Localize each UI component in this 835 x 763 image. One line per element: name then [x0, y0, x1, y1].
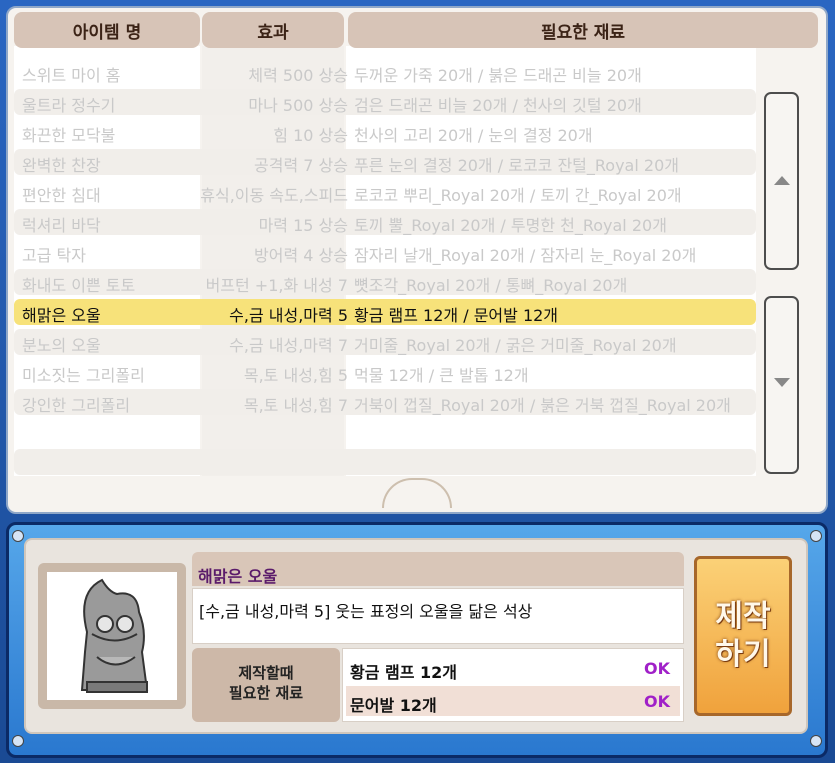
recipe-name: 스위트 마이 홈	[22, 66, 121, 85]
recipe-row[interactable]: 강인한 그리폴리 목,토 내성,힘 7 거북이 껍질_Royal 20개 / 붉은 …	[14, 387, 756, 417]
recipe-materials: 황금 램프 12개 / 문어발 12개	[354, 306, 559, 325]
screw-icon	[810, 735, 822, 747]
column-header-item-name: 아이템 명	[14, 12, 200, 48]
recipe-row[interactable]: 럭셔리 바닥 마력 15 상승 토끼 뿔_Royal 20개 / 투명한 천_Roy…	[14, 207, 756, 237]
arrow-up-icon	[774, 176, 790, 185]
requirement-row: 문어발 12개 OK	[346, 686, 680, 716]
crafting-window: 아이템 명 효과 필요한 재료 스위트 마이 홈 체력 500 상승 두꺼운 가죽 …	[0, 0, 835, 763]
recipe-name: 미소짓는 그리폴리	[22, 366, 145, 385]
recipe-row-selected[interactable]: 해맑은 오울 수,금 내성,마력 5 황금 램프 12개 / 문어발 12개	[14, 297, 756, 327]
recipe-effect: 체력 500 상승	[248, 66, 348, 85]
recipe-materials: 뼛조각_Royal 20개 / 통뼈_Royal 20개	[354, 276, 628, 295]
recipe-effect: 힘 10 상승	[273, 126, 348, 145]
recipe-effect: 마력 15 상승	[258, 216, 348, 235]
recipe-name: 고급 탁자	[22, 246, 86, 265]
recipe-name: 럭셔리 바닥	[22, 216, 101, 235]
recipe-materials: 로코코 뿌리_Royal 20개 / 토끼 간_Royal 20개	[354, 186, 682, 205]
recipe-row[interactable]: 분노의 오울 수,금 내성,마력 7 거미줄_Royal 20개 / 굵은 거미줄_…	[14, 327, 756, 357]
recipe-materials: 천사의 고리 20개 / 눈의 결정 20개	[354, 126, 593, 145]
recipe-row[interactable]: 스위트 마이 홈 체력 500 상승 두꺼운 가죽 20개 / 붉은 드래곤 비늘 …	[14, 57, 756, 87]
column-header-effect: 효과	[202, 12, 344, 48]
recipe-name: 화내도 이쁜 토토	[22, 276, 136, 295]
recipe-row[interactable]: 완벽한 찬장 공격력 7 상승 푸른 눈의 결정 20개 / 로코코 잔털_Roya…	[14, 147, 756, 177]
requirement-name: 문어발 12개	[350, 696, 437, 715]
recipe-effect: 수,금 내성,마력 7	[229, 336, 348, 355]
screw-icon	[12, 530, 24, 542]
recipe-name: 울트라 정수기	[22, 96, 116, 115]
recipe-materials: 푸른 눈의 결정 20개 / 로코코 잔털_Royal 20개	[354, 156, 679, 175]
recipe-materials: 거북이 껍질_Royal 20개 / 붉은 거북 껍질_Royal 20개	[354, 396, 731, 415]
recipe-effect: 휴식,이동 속도,스피드	[200, 186, 348, 205]
recipe-materials: 잠자리 날개_Royal 20개 / 잠자리 눈_Royal 20개	[354, 246, 697, 265]
requirement-status: OK	[644, 659, 670, 678]
recipe-materials: 검은 드래곤 비늘 20개 / 천사의 깃털 20개	[354, 96, 642, 115]
required-materials-label: 제작할때 필요한 재료	[228, 664, 304, 702]
recipe-row[interactable]: 울트라 정수기 마나 500 상승 검은 드래곤 비늘 20개 / 천사의 깃털 2…	[14, 87, 756, 117]
recipe-row[interactable]: 미소짓는 그리폴리 목,토 내성,힘 5 먹물 12개 / 큰 발톱 12개	[14, 357, 756, 387]
recipe-name: 편안한 침대	[22, 186, 101, 205]
requirement-status: OK	[644, 692, 670, 711]
selected-item-name: 해맑은 오울	[198, 567, 278, 586]
recipe-name: 해맑은 오울	[22, 306, 101, 325]
recipe-name: 분노의 오울	[22, 336, 101, 355]
recipe-effect: 수,금 내성,마력 5	[229, 306, 348, 325]
craft-button-label: 제작 하기	[715, 599, 771, 672]
recipe-materials: 먹물 12개 / 큰 발톱 12개	[354, 366, 529, 385]
recipe-effect: 버프턴 +1,화 내성 7	[205, 276, 348, 295]
recipe-name: 완벽한 찬장	[22, 156, 101, 175]
recipe-effect: 공격력 7 상승	[254, 156, 348, 175]
requirement-name: 황금 램프 12개	[350, 663, 458, 682]
recipe-materials: 토끼 뿔_Royal 20개 / 투명한 천_Royal 20개	[354, 216, 667, 235]
item-portrait	[47, 572, 177, 700]
scroll-up-button[interactable]	[764, 92, 799, 270]
selected-item-description: [수,금 내성,마력 5] 웃는 표정의 오울을 닮은 석상	[199, 602, 533, 621]
arrow-down-icon	[774, 378, 790, 387]
recipe-name: 화끈한 모닥불	[22, 126, 116, 145]
recipe-effect: 마나 500 상승	[248, 96, 348, 115]
recipe-name: 강인한 그리폴리	[22, 396, 131, 415]
screw-icon	[12, 735, 24, 747]
screw-icon	[810, 530, 822, 542]
column-header-materials: 필요한 재료	[348, 12, 818, 48]
recipe-row-empty	[14, 447, 756, 477]
recipe-materials: 두꺼운 가죽 20개 / 붉은 드래곤 비늘 20개	[354, 66, 642, 85]
owl-statue-icon	[80, 578, 149, 693]
requirement-row: 황금 램프 12개 OK	[346, 653, 680, 683]
recipe-effect: 목,토 내성,힘 7	[243, 396, 348, 415]
recipe-row[interactable]: 편안한 침대 휴식,이동 속도,스피드 로코코 뿌리_Royal 20개 / 토끼 …	[14, 177, 756, 207]
recipe-row[interactable]: 화내도 이쁜 토토 버프턴 +1,화 내성 7 뼛조각_Royal 20개 / 통뼈…	[14, 267, 756, 297]
recipe-row-empty	[14, 417, 756, 447]
recipe-materials: 거미줄_Royal 20개 / 굵은 거미줄_Royal 20개	[354, 336, 677, 355]
recipe-effect: 목,토 내성,힘 5	[243, 366, 348, 385]
recipe-row[interactable]: 화끈한 모닥불 힘 10 상승 천사의 고리 20개 / 눈의 결정 20개	[14, 117, 756, 147]
recipe-row[interactable]: 고급 탁자 방어력 4 상승 잠자리 날개_Royal 20개 / 잠자리 눈_Ro…	[14, 237, 756, 267]
scroll-down-button[interactable]	[764, 296, 799, 474]
recipe-effect: 방어력 4 상승	[254, 246, 348, 265]
craft-button[interactable]: 제작 하기	[694, 556, 792, 716]
recipe-list: 스위트 마이 홈 체력 500 상승 두꺼운 가죽 20개 / 붉은 드래곤 비늘 …	[14, 57, 756, 477]
